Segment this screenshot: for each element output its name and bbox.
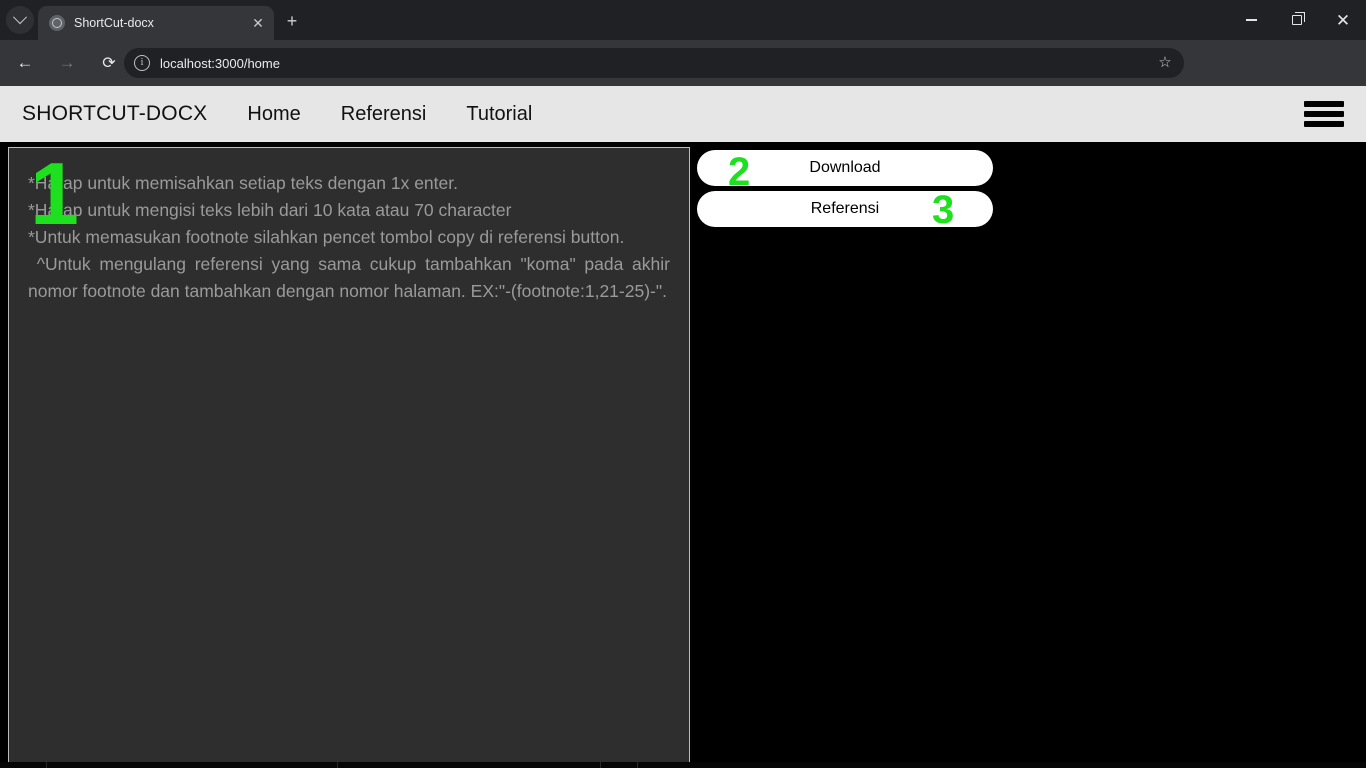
forward-button[interactable]: → bbox=[50, 46, 84, 80]
browser-tab[interactable]: ShortCut-docx ✕ bbox=[38, 6, 274, 40]
tab-title: ShortCut-docx bbox=[74, 16, 154, 30]
close-icon[interactable]: ✕ bbox=[250, 15, 266, 31]
window-controls: ✕ bbox=[1228, 0, 1366, 40]
minimize-icon bbox=[1245, 19, 1257, 21]
bar bbox=[1304, 111, 1344, 117]
taskbar-separator bbox=[46, 762, 47, 768]
site-info-icon[interactable]: i bbox=[134, 55, 150, 71]
address-bar[interactable]: i localhost:3000/home ☆ bbox=[124, 48, 1184, 78]
brand-title[interactable]: SHORTCUT-DOCX bbox=[22, 102, 207, 126]
maximize-icon bbox=[1292, 12, 1305, 25]
text-input-area[interactable]: *Harap untuk memisahkan setiap teks deng… bbox=[8, 147, 690, 768]
nav-link-tutorial[interactable]: Tutorial bbox=[466, 103, 532, 126]
globe-icon bbox=[49, 15, 65, 31]
maximize-button[interactable] bbox=[1274, 0, 1320, 40]
page-content: SHORTCUT-DOCX Home Referensi Tutorial *H… bbox=[0, 86, 1366, 768]
referensi-button[interactable]: Referensi bbox=[697, 191, 993, 227]
chevron-down-icon bbox=[12, 10, 28, 25]
hamburger-menu-icon[interactable] bbox=[1304, 101, 1344, 127]
bar bbox=[1304, 121, 1344, 127]
tab-search-icon[interactable] bbox=[6, 6, 34, 34]
bookmark-star-icon[interactable]: ☆ bbox=[1156, 54, 1174, 72]
browser-toolbar: ← → ⟳ i localhost:3000/home ☆ A bbox=[0, 40, 1366, 114]
browser-tab-strip: ShortCut-docx ✕ + ✕ bbox=[0, 0, 1366, 40]
reload-button[interactable]: ⟳ bbox=[92, 46, 126, 80]
taskbar-separator bbox=[337, 762, 338, 768]
textarea-placeholder: *Harap untuk memisahkan setiap teks deng… bbox=[28, 173, 670, 301]
taskbar-separator bbox=[600, 762, 601, 768]
desktop-taskbar-sliver bbox=[0, 762, 1366, 768]
back-button[interactable]: ← bbox=[8, 46, 42, 80]
site-navbar: SHORTCUT-DOCX Home Referensi Tutorial bbox=[0, 86, 1366, 142]
new-tab-button[interactable]: + bbox=[281, 10, 303, 32]
action-buttons: Download Referensi bbox=[697, 150, 993, 227]
nav-link-referensi[interactable]: Referensi bbox=[341, 103, 427, 126]
nav-link-home[interactable]: Home bbox=[247, 103, 300, 126]
minimize-button[interactable] bbox=[1228, 0, 1274, 40]
download-button[interactable]: Download bbox=[697, 150, 993, 186]
bar bbox=[1304, 101, 1344, 107]
nav-links: Home Referensi Tutorial bbox=[247, 103, 532, 126]
taskbar-separator bbox=[637, 762, 638, 768]
url-text: localhost:3000/home bbox=[160, 55, 280, 71]
browser-window: ShortCut-docx ✕ + ✕ ← → ⟳ i localhost:30… bbox=[0, 0, 1366, 768]
close-window-button[interactable]: ✕ bbox=[1320, 0, 1366, 40]
